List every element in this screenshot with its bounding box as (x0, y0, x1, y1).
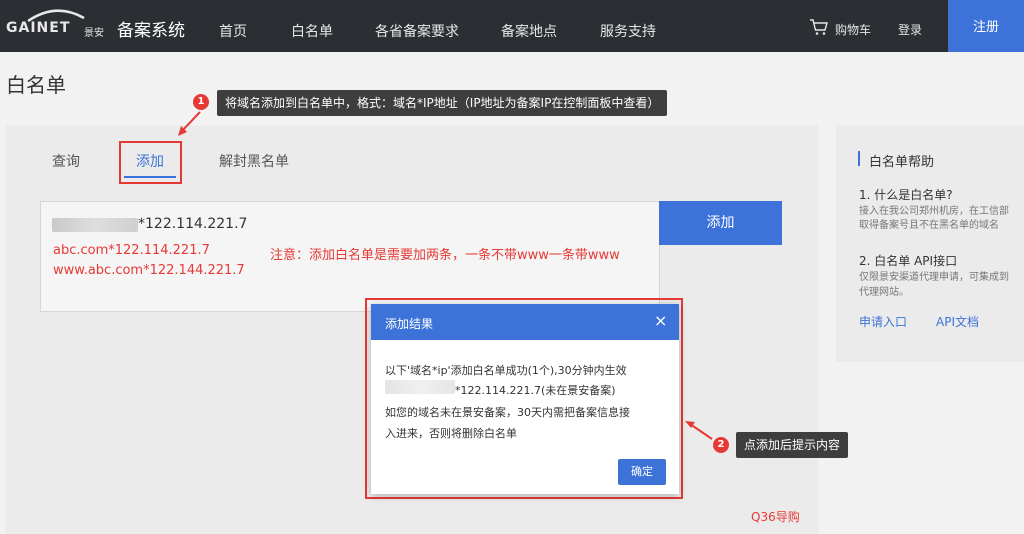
example-line-2: www.abc.com*122.144.221.7 (53, 263, 245, 278)
annotation-badge-1: 1 (193, 94, 209, 110)
system-title: 备案系统 (117, 21, 185, 41)
nav-item-home[interactable]: 首页 (219, 21, 247, 41)
help-title-bar (858, 151, 860, 166)
dialog-blurred-domain (385, 380, 455, 394)
annotation-arrow-1-icon (178, 111, 201, 136)
logo-text: GAINET (6, 20, 71, 36)
add-button[interactable]: 添加 (659, 201, 782, 245)
top-nav: GAINET 景安 备案系统 首页 白名单 各省备案要求 备案地点 服务支持 购… (0, 0, 1024, 52)
help-title: 白名单帮助 (869, 155, 935, 170)
blurred-domain (52, 218, 138, 232)
login-link[interactable]: 登录 (898, 21, 922, 38)
dialog-title: 添加结果 (385, 317, 434, 331)
cart-icon[interactable] (809, 18, 829, 36)
dialog-line-2: *122.114.221.7(未在景安备案) (455, 384, 616, 397)
tab-query[interactable]: 查询 (52, 151, 80, 171)
annotation-callout-1: 将域名添加到白名单中，格式：域名*IP地址（IP地址为备案IP在控制面板中查看） (217, 90, 668, 116)
dialog-header: 添加结果 × (371, 304, 679, 340)
apply-entry-link[interactable]: 申请入口 (859, 313, 907, 330)
nav-item-province-requirements[interactable]: 各省备案要求 (375, 21, 459, 41)
help-answer-2-line1: 仅限景安渠道代理申请，可集成到 (859, 272, 1009, 283)
annotation-arrow-2-icon (685, 421, 713, 440)
cart-link[interactable]: 购物车 (835, 21, 871, 38)
dialog-line-3: 如您的域名未在景安备案，30天内需把备案信息接 (385, 406, 630, 419)
close-icon[interactable]: × (654, 312, 667, 330)
help-answer-1-line1: 接入在我公司郑州机房，在工信部 (859, 206, 1009, 217)
nav-item-filing-locations[interactable]: 备案地点 (501, 21, 557, 41)
textarea-entry-ip: *122.114.221.7 (138, 216, 248, 232)
nav-item-whitelist[interactable]: 白名单 (291, 21, 333, 41)
help-question-1: 1. 什么是白名单? (859, 188, 953, 202)
dialog-line-1: 以下'域名*ip'添加白名单成功(1个),30分钟内生效 (385, 364, 627, 377)
annotation-callout-2: 点添加后提示内容 (736, 432, 849, 458)
result-dialog: 添加结果 × 以下'域名*ip'添加白名单成功(1个),30分钟内生效 *122… (371, 304, 679, 494)
register-button[interactable]: 注册 (948, 0, 1024, 52)
confirm-button[interactable]: 确定 (618, 459, 666, 485)
help-answer-1-line2: 取得备案号且不在黑名单的域名 (859, 220, 999, 231)
page-title: 白名单 (6, 73, 66, 97)
highlight-box-add-tab (119, 141, 182, 184)
www-notice: 注意：添加白名单是需要加两条，一条不带www一条带www (270, 248, 620, 263)
help-question-2: 2. 白名单 API接口 (859, 254, 958, 268)
help-answer-2-line2: 代理网站。 (859, 287, 909, 298)
watermark-text: Q36导购 (751, 510, 800, 524)
api-docs-link[interactable]: API文档 (936, 313, 979, 330)
tab-unblock-blacklist[interactable]: 解封黑名单 (219, 151, 289, 171)
dialog-line-4: 入进来，否则将删除白名单 (385, 427, 517, 440)
nav-item-support[interactable]: 服务支持 (600, 21, 656, 41)
annotation-badge-2: 2 (713, 437, 729, 453)
logo-cn-text: 景安 (84, 28, 104, 39)
example-line-1: abc.com*122.114.221.7 (53, 243, 210, 258)
